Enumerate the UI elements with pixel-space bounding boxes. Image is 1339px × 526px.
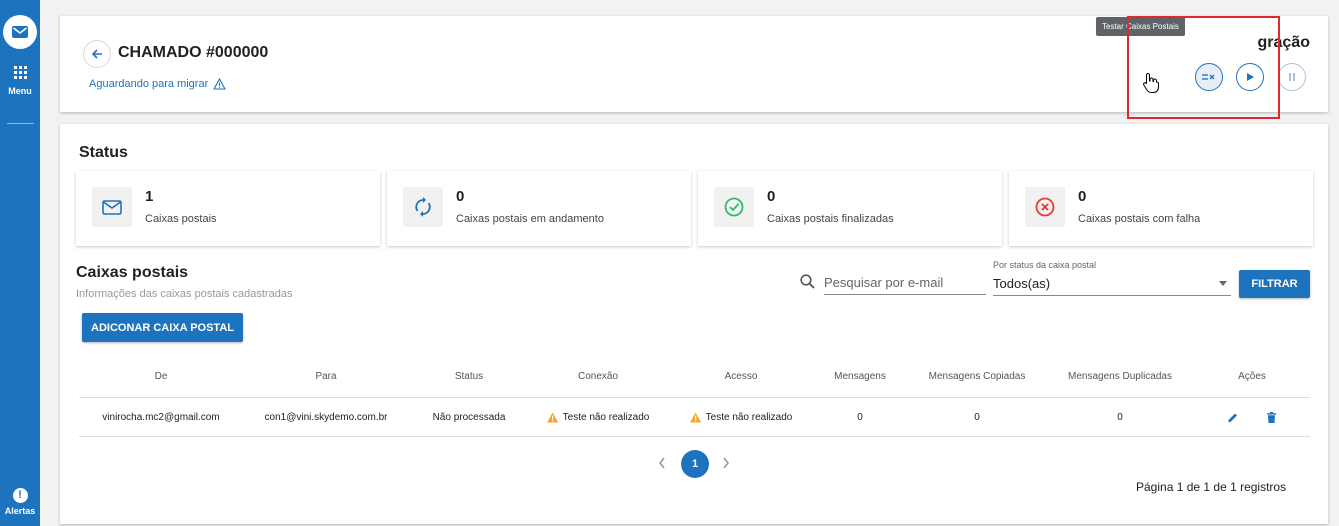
highlight-box (1127, 16, 1280, 119)
sidebar-divider (7, 123, 34, 124)
stat-card-finished: 0 Caixas postais finalizadas (698, 171, 1002, 246)
cell-messages: 0 (857, 411, 863, 423)
error-circle-icon (1035, 197, 1055, 217)
pagination-info: Página 1 de 1 de 1 registros (1136, 480, 1287, 494)
access-status-text: Teste não realizado (705, 411, 793, 423)
delete-button[interactable] (1267, 411, 1277, 423)
search-input[interactable] (824, 270, 986, 295)
table-row: vinirocha.mc2@gmail.com con1@vini.skydem… (79, 398, 1310, 437)
status-filter-caption: Por status da caixa postal (993, 260, 1097, 270)
ticket-status: Aguardando para migrar (89, 78, 227, 90)
arrow-left-icon (91, 49, 102, 59)
pause-migration-button[interactable] (1278, 63, 1306, 91)
page-title: CHAMADO #000000 (118, 44, 269, 61)
ticket-status-text: Aguardando para migrar (89, 78, 209, 90)
cell-status: Não processada (432, 411, 506, 423)
pagination-page-1[interactable]: 1 (681, 450, 709, 478)
stat-label: Caixas postais finalizadas (767, 213, 894, 225)
main-card: Status 1 Caixas postais 0 Caixas postais… (60, 124, 1328, 524)
warning-icon (690, 412, 702, 422)
stat-label: Caixas postais em andamento (456, 213, 604, 225)
alerts-button[interactable]: ! Alertas (0, 488, 40, 516)
grid-icon (13, 66, 27, 79)
cell-messages-copied: 0 (974, 411, 980, 423)
cell-connection: Teste não realizado (547, 398, 650, 436)
check-circle-icon (724, 197, 744, 217)
warning-icon (547, 412, 559, 422)
mailboxes-subtitle: Informações das caixas postais cadastrad… (76, 288, 293, 300)
trash-icon (1267, 411, 1276, 423)
stat-card-total: 1 Caixas postais (76, 171, 380, 246)
status-filter-select[interactable]: Todos(as) (993, 271, 1231, 296)
edit-button[interactable] (1228, 412, 1239, 423)
chevron-left-icon[interactable] (657, 456, 667, 470)
filter-button[interactable]: FILTRAR (1239, 270, 1310, 298)
stat-value: 0 (767, 188, 776, 205)
column-header: Ações (1238, 371, 1266, 382)
table-header: De Para Status Conexão Acesso Mensagens … (79, 356, 1310, 398)
pause-icon (1289, 73, 1295, 81)
mailboxes-title: Caixas postais (76, 264, 189, 281)
dropdown-arrow-icon (1219, 280, 1227, 286)
back-button[interactable] (83, 40, 111, 68)
alerts-label: Alertas (4, 506, 36, 516)
sidebar: Menu ! Alertas (0, 0, 40, 526)
search-icon (800, 274, 815, 289)
mailboxes-table: De Para Status Conexão Acesso Mensagens … (79, 356, 1310, 437)
status-section-title: Status (79, 144, 128, 161)
cell-from: vinirocha.mc2@gmail.com (102, 411, 220, 423)
column-header: Mensagens Duplicadas (1068, 371, 1172, 382)
column-header: Mensagens Copiadas (928, 371, 1026, 382)
stat-value: 0 (456, 188, 465, 205)
chevron-right-icon[interactable] (721, 456, 731, 470)
stat-label: Caixas postais (145, 213, 217, 225)
column-header: Acesso (724, 371, 758, 382)
stat-label: Caixas postais com falha (1078, 213, 1201, 225)
cell-to: con1@vini.skydemo.com.br (264, 411, 388, 423)
add-mailbox-button[interactable]: ADICONAR CAIXA POSTAL (82, 313, 243, 342)
menu-button[interactable]: Menu (0, 66, 40, 96)
status-filter-value: Todos(as) (993, 275, 1051, 291)
menu-label: Menu (8, 86, 32, 96)
alert-icon: ! (12, 488, 28, 503)
pencil-icon (1228, 413, 1237, 422)
mail-icon (102, 199, 122, 215)
cell-access: Teste não realizado (690, 398, 793, 436)
mail-icon (12, 26, 28, 38)
stat-card-failed: 0 Caixas postais com falha (1009, 171, 1313, 246)
cell-messages-duplicated: 0 (1117, 411, 1123, 423)
stat-card-in-progress: 0 Caixas postais em andamento (387, 171, 691, 246)
stat-value: 1 (145, 188, 154, 205)
warning-outline-icon (213, 78, 227, 90)
column-header: Para (315, 371, 337, 382)
sync-icon (415, 197, 431, 217)
column-header: Status (454, 371, 484, 382)
stat-value: 0 (1078, 188, 1087, 205)
column-header: De (154, 371, 168, 382)
column-header: Mensagens (834, 371, 886, 382)
cell-actions (1228, 398, 1277, 436)
connection-status-text: Teste não realizado (562, 411, 650, 423)
column-header: Conexão (577, 371, 619, 382)
app-logo[interactable] (3, 15, 37, 49)
